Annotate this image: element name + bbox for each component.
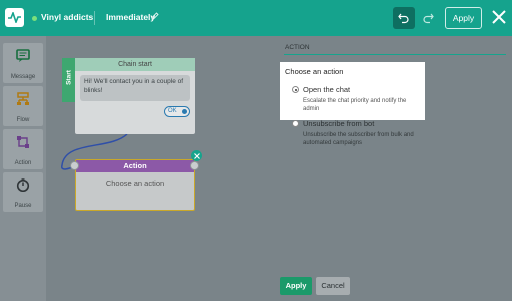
choose-action-label: Choose an action <box>285 67 344 76</box>
option-unsubscribe-label[interactable]: Unsubscribe from bot <box>303 119 374 128</box>
undo-button[interactable] <box>393 7 415 29</box>
sidebar-item-label: Action <box>14 160 32 166</box>
app-logo[interactable] <box>5 8 24 27</box>
sidebar-item-message[interactable]: Message <box>3 43 43 83</box>
option-unsubscribe-description: Unsubscribe the subscriber from bulk and… <box>303 132 414 147</box>
sidebar-item-label: Message <box>10 74 36 80</box>
redo-icon <box>423 13 434 24</box>
header-divider <box>94 11 95 25</box>
sidebar-item-flow[interactable]: Flow <box>3 86 43 126</box>
action-card-placeholder: Choose an action <box>105 179 165 188</box>
flow-icon <box>17 92 29 105</box>
chain-start-title: Chain start <box>75 58 195 71</box>
chain-start-card[interactable]: Chain start Hi! We'll contact you in a c… <box>75 58 195 134</box>
flow-name[interactable]: Immediately <box>106 12 155 22</box>
sidebar-item-action[interactable]: Action <box>3 129 43 169</box>
remove-card-button[interactable] <box>191 150 202 161</box>
tool-sidebar: Message Flow Action Pause <box>0 36 46 301</box>
undo-icon <box>398 13 409 24</box>
panel-divider <box>284 54 506 55</box>
close-icon <box>193 152 200 159</box>
bot-name[interactable]: Vinyl addicts <box>41 12 93 22</box>
sidebar-item-label: Flow <box>16 117 30 123</box>
sidebar-item-pause[interactable]: Pause <box>3 172 43 212</box>
input-port[interactable] <box>70 161 79 170</box>
action-card[interactable]: Action Choose an action <box>75 159 195 211</box>
pulse-icon <box>8 12 21 23</box>
cancel-button[interactable]: Cancel <box>316 277 350 295</box>
chain-start-message: Hi! We'll contact you in a couple of bli… <box>80 75 190 101</box>
status-dot <box>32 16 37 21</box>
close-icon[interactable] <box>491 9 507 25</box>
radio-open-chat[interactable] <box>292 86 299 93</box>
pencil-icon[interactable] <box>151 12 159 20</box>
ok-button[interactable]: OK <box>164 106 190 117</box>
sidebar-item-label: Pause <box>14 203 32 209</box>
pause-icon <box>16 178 30 192</box>
action-card-title: Action <box>76 160 194 172</box>
start-tab: Start <box>62 58 75 102</box>
output-port[interactable] <box>190 161 199 170</box>
panel-title: ACTION <box>285 44 310 51</box>
action-icon <box>17 136 29 148</box>
apply-button[interactable]: Apply <box>280 277 312 295</box>
option-open-chat-label[interactable]: Open the chat <box>303 85 350 94</box>
option-open-chat-description: Escalate the chat priority and notify th… <box>303 98 407 113</box>
message-icon <box>16 49 30 62</box>
apply-header-button[interactable]: Apply <box>445 7 482 29</box>
redo-button[interactable] <box>417 7 439 29</box>
top-bar: Vinyl addicts Immediately Apply <box>0 0 512 36</box>
radio-unsubscribe[interactable] <box>292 120 299 127</box>
